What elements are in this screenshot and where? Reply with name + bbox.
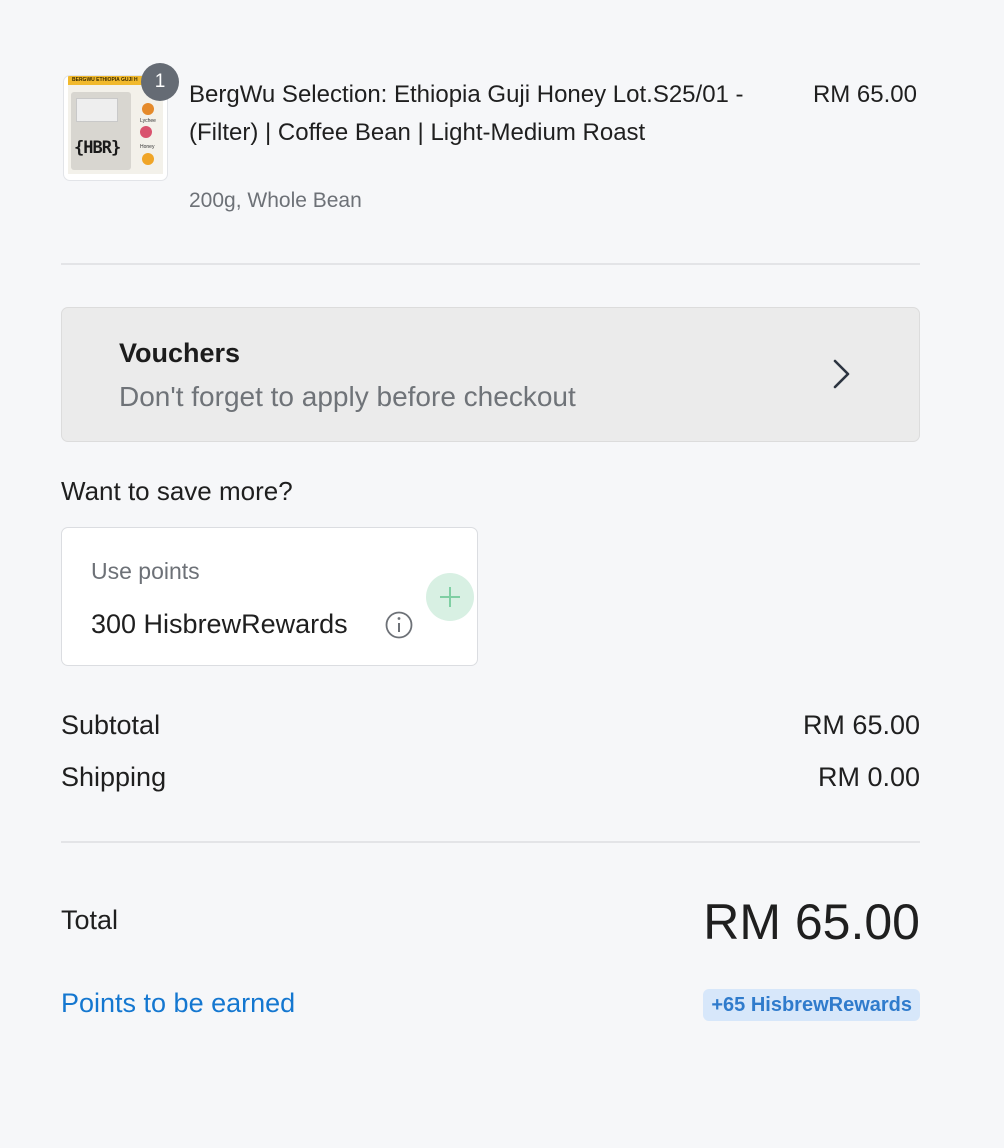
divider: [61, 841, 920, 843]
vouchers-subtitle: Don't forget to apply before checkout: [119, 381, 576, 412]
shipping-value: RM 0.00: [817, 762, 920, 792]
product-variant: 200g, Whole Bean: [189, 189, 362, 212]
product-price: RM 65.00: [812, 81, 917, 108]
points-to-be-earned-link[interactable]: Points to be earned: [61, 988, 295, 1019]
subtotal-value: RM 65.00: [802, 710, 920, 740]
product-title: BergWu Selection: Ethiopia Guji Honey Lo…: [189, 81, 744, 146]
vouchers-title: Vouchers: [119, 338, 241, 368]
save-more-heading: Want to save more?: [61, 476, 293, 506]
use-points-card: Use points 300 HisbrewRewards: [61, 527, 478, 666]
add-points-button[interactable]: [426, 573, 474, 621]
quantity-badge: 1: [141, 63, 179, 101]
cart-line-item: BERGWU ETHIOPIA GUJI H {HBR} Lychee Hone…: [61, 63, 920, 223]
lychee-icon: [140, 126, 152, 138]
flavor-label-lychee: Lychee: [140, 118, 156, 124]
flavor-label-honey: Honey: [140, 144, 155, 150]
bag-label: [76, 98, 118, 122]
chevron-right-icon: [833, 359, 850, 389]
subtotal-label: Subtotal: [61, 710, 161, 740]
peach-icon: [142, 103, 154, 115]
total-label: Total: [61, 905, 119, 935]
shipping-label: Shipping: [61, 762, 167, 792]
total-value: RM 65.00: [703, 894, 920, 950]
honey-icon: [142, 153, 154, 165]
use-points-label: Use points: [91, 558, 200, 584]
info-icon[interactable]: [385, 611, 413, 639]
brand-logo-text: {HBR}: [74, 138, 121, 158]
plus-icon: [440, 587, 460, 607]
vouchers-button[interactable]: Vouchers Don't forget to apply before ch…: [61, 307, 920, 442]
earned-points-badge: +65 HisbrewRewards: [703, 989, 920, 1021]
points-balance: 300 HisbrewRewards: [91, 609, 348, 639]
divider: [61, 263, 920, 265]
